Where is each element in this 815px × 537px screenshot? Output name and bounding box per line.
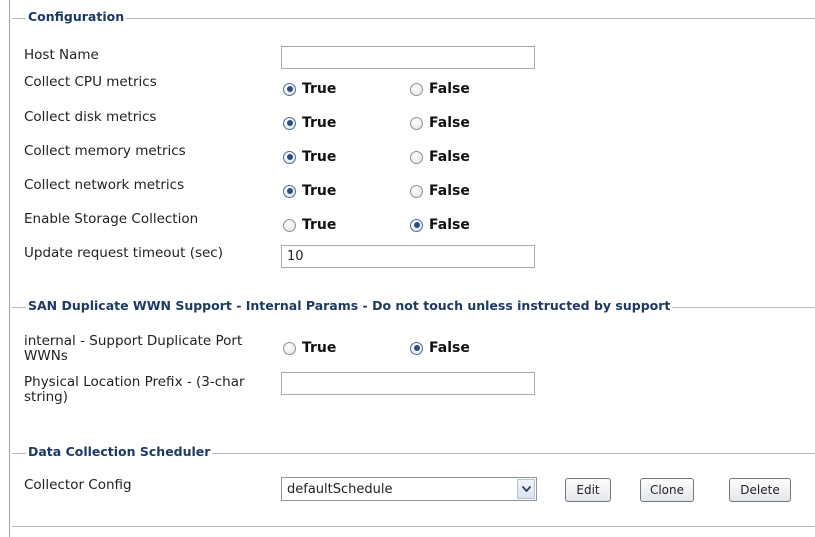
radio-unselected-icon — [410, 184, 423, 198]
memory-metrics-false-radio[interactable]: False — [410, 149, 470, 165]
duplicate-port-true-radio[interactable]: True — [283, 340, 336, 356]
scheduler-bottom-border — [12, 526, 815, 527]
radio-selected-icon — [283, 82, 296, 96]
location-prefix-label: Physical Location Prefix - (3-char strin… — [24, 374, 245, 405]
network-metrics-false-radio[interactable]: False — [410, 183, 470, 199]
collector-config-select[interactable]: defaultSchedule — [281, 477, 537, 501]
radio-selected-icon — [283, 184, 296, 198]
chevron-down-icon[interactable] — [517, 479, 535, 499]
configuration-legend-row: Configuration — [12, 8, 815, 28]
san-legend: SAN Duplicate WWN Support - Internal Par… — [26, 298, 673, 313]
collector-config-value: defaultSchedule — [287, 481, 393, 497]
duplicate-port-false-radio[interactable]: False — [410, 340, 470, 356]
collector-config-label: Collector Config — [24, 477, 132, 493]
disk-metrics-true-radio[interactable]: True — [283, 115, 336, 131]
scheduler-legend: Data Collection Scheduler — [26, 444, 213, 459]
radio-unselected-icon — [410, 82, 423, 96]
host-name-label: Host Name — [24, 47, 99, 63]
configuration-legend: Configuration — [26, 9, 127, 24]
disk-metrics-label: Collect disk metrics — [24, 109, 157, 125]
disk-metrics-false-radio[interactable]: False — [410, 115, 470, 131]
delete-button[interactable]: Delete — [729, 478, 791, 502]
radio-selected-icon — [283, 116, 296, 130]
host-name-input[interactable] — [281, 46, 535, 69]
cpu-metrics-label: Collect CPU metrics — [24, 74, 157, 90]
scheduler-legend-row: Data Collection Scheduler — [12, 443, 815, 463]
radio-selected-icon — [283, 150, 296, 164]
network-metrics-true-radio[interactable]: True — [283, 183, 336, 199]
memory-metrics-true-radio[interactable]: True — [283, 149, 336, 165]
clone-button[interactable]: Clone — [640, 478, 694, 502]
cpu-metrics-true-radio[interactable]: True — [283, 81, 336, 97]
update-timeout-label: Update request timeout (sec) — [24, 245, 223, 261]
duplicate-port-label: internal - Support Duplicate Port WWNs — [24, 333, 243, 364]
radio-selected-icon — [410, 218, 423, 232]
edit-button[interactable]: Edit — [565, 478, 611, 502]
radio-unselected-icon — [410, 116, 423, 130]
location-prefix-input[interactable] — [281, 372, 535, 395]
update-timeout-input[interactable] — [281, 245, 535, 268]
network-metrics-label: Collect network metrics — [24, 177, 185, 193]
radio-unselected-icon — [410, 150, 423, 164]
san-legend-row: SAN Duplicate WWN Support - Internal Par… — [12, 297, 815, 317]
radio-selected-icon — [410, 341, 423, 355]
storage-collection-label: Enable Storage Collection — [24, 211, 199, 227]
storage-collection-true-radio[interactable]: True — [283, 217, 336, 233]
radio-unselected-icon — [283, 218, 296, 232]
radio-unselected-icon — [283, 341, 296, 355]
cpu-metrics-false-radio[interactable]: False — [410, 81, 470, 97]
panel-left-border — [9, 0, 10, 537]
memory-metrics-label: Collect memory metrics — [24, 143, 186, 159]
storage-collection-false-radio[interactable]: False — [410, 217, 470, 233]
